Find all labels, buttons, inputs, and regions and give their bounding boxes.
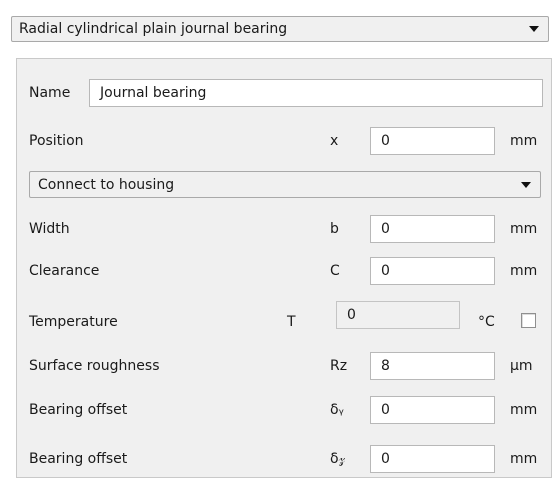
clearance-input-value: 0 [381, 263, 390, 279]
offset-y-symbol: δᵧ [330, 402, 344, 418]
position-unit: mm [510, 133, 538, 149]
clearance-input[interactable]: 0 [370, 257, 495, 285]
temperature-input: 0 [336, 301, 460, 329]
temperature-input-value: 0 [347, 307, 356, 323]
offset-z-input[interactable]: 0 [370, 445, 495, 473]
offset-y-label: Bearing offset [29, 402, 128, 418]
clearance-label: Clearance [29, 263, 100, 279]
width-input[interactable]: 0 [370, 215, 495, 243]
roughness-input[interactable]: 8 [370, 352, 495, 380]
width-unit: mm [510, 221, 538, 237]
chevron-down-icon [521, 181, 531, 188]
offset-z-unit: mm [510, 451, 538, 467]
checkbox-icon[interactable] [521, 313, 536, 328]
offset-z-input-value: 0 [381, 451, 390, 467]
offset-y-input[interactable]: 0 [370, 396, 495, 424]
roughness-unit: µm [510, 358, 533, 374]
connection-select[interactable]: Connect to housing [29, 171, 541, 198]
chevron-down-icon [529, 26, 539, 32]
bearing-type-select[interactable]: Radial cylindrical plain journal bearing [11, 16, 549, 42]
roughness-symbol: Rz [330, 358, 348, 374]
roughness-input-value: 8 [381, 358, 390, 374]
position-label: Position [29, 133, 84, 149]
position-input[interactable]: 0 [370, 127, 495, 155]
roughness-label: Surface roughness [29, 358, 160, 374]
offset-z-symbol: δ𝓏 [330, 451, 346, 467]
offset-z-label: Bearing offset [29, 451, 128, 467]
clearance-symbol: C [330, 263, 340, 279]
bearing-type-value: Radial cylindrical plain journal bearing [19, 21, 288, 37]
position-input-value: 0 [381, 133, 390, 149]
width-input-value: 0 [381, 221, 390, 237]
offset-y-unit: mm [510, 402, 538, 418]
temperature-symbol: T [287, 314, 296, 330]
temperature-unit: °C [478, 314, 495, 330]
width-symbol: b [330, 221, 339, 237]
temperature-label: Temperature [29, 314, 118, 330]
name-label: Name [29, 85, 71, 101]
offset-y-input-value: 0 [381, 402, 390, 418]
clearance-unit: mm [510, 263, 538, 279]
connection-value: Connect to housing [38, 176, 175, 193]
width-label: Width [29, 221, 70, 237]
position-symbol: x [330, 133, 339, 149]
name-input[interactable]: Journal bearing [89, 79, 543, 107]
name-input-value: Journal bearing [100, 85, 207, 101]
